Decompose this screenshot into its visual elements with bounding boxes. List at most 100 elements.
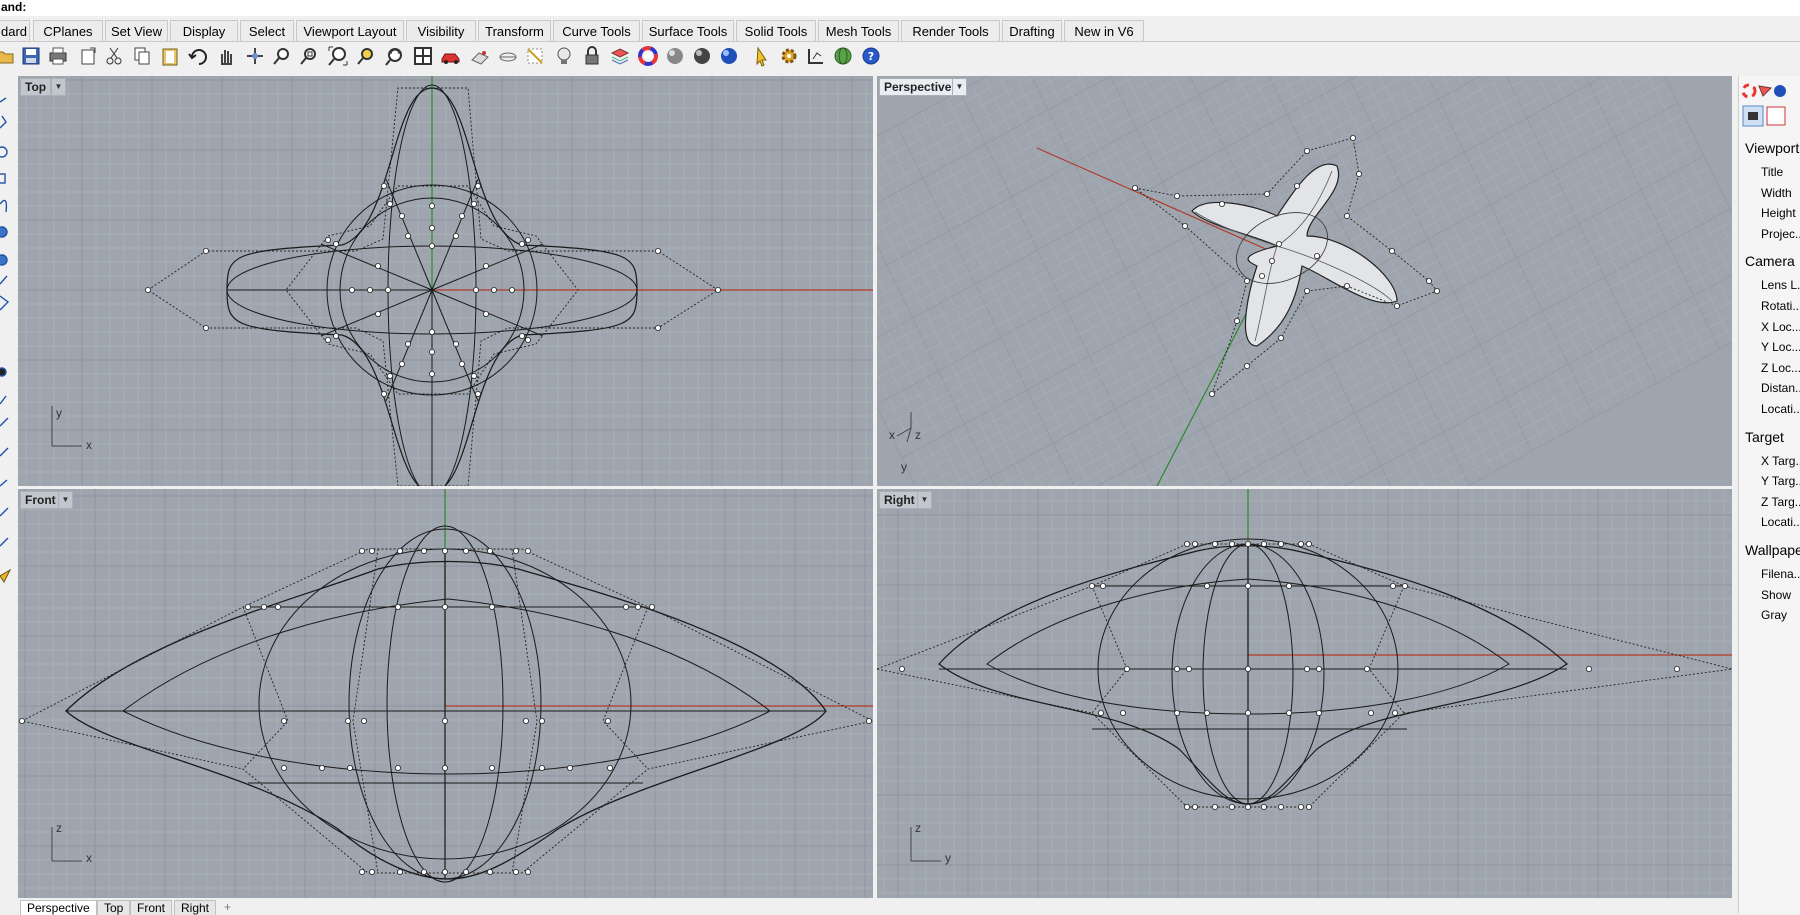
control-point: [482, 310, 489, 317]
tab-solid-tools[interactable]: Solid Tools: [736, 20, 816, 41]
save-icon[interactable]: [20, 45, 42, 67]
tab-mesh-tools[interactable]: Mesh Tools: [818, 20, 899, 41]
properties-section-2[interactable]: Target: [1745, 429, 1784, 445]
viewport-perspective[interactable]: Perspective ▼ x z y: [877, 76, 1732, 486]
tab-standard[interactable]: dard: [0, 20, 30, 41]
zoom-extents-icon[interactable]: [327, 45, 349, 67]
properties-item[interactable]: Distan...: [1761, 381, 1800, 395]
gear-icon[interactable]: [778, 45, 800, 67]
render-sphere-icon[interactable]: [691, 45, 713, 67]
viewport-menu-arrow-icon[interactable]: ▼: [917, 491, 932, 509]
properties-item[interactable]: Z Loc...: [1761, 361, 1800, 375]
viewport-title-front[interactable]: Front: [20, 491, 61, 509]
right-view-canvas[interactable]: [877, 489, 1732, 898]
viewport-top[interactable]: Top ▼ y x: [18, 76, 873, 486]
import-icon[interactable]: [77, 45, 99, 67]
properties-item[interactable]: X Loc...: [1761, 320, 1800, 334]
environment-sphere-icon[interactable]: [718, 45, 740, 67]
properties-item[interactable]: Lens L...: [1761, 278, 1800, 292]
properties-item[interactable]: Gray: [1761, 608, 1787, 622]
control-point: [1183, 803, 1190, 810]
globe-icon[interactable]: [832, 45, 854, 67]
pointer-icon[interactable]: [752, 45, 774, 67]
grid-snap-icon[interactable]: [524, 45, 546, 67]
tab-drafting[interactable]: Drafting: [1002, 20, 1062, 41]
control-point: [470, 201, 477, 208]
properties-item[interactable]: Rotati...: [1761, 299, 1800, 313]
layer-icon[interactable]: [609, 45, 631, 67]
named-view-icon[interactable]: [469, 45, 491, 67]
properties-section-1[interactable]: Camera: [1745, 253, 1795, 269]
car-icon[interactable]: [440, 45, 462, 67]
tab-viewport-layout[interactable]: Viewport Layout: [296, 20, 404, 41]
copy-icon[interactable]: [131, 45, 153, 67]
control-point: [524, 236, 531, 243]
color-wheel-icon[interactable]: [637, 45, 659, 67]
perspective-view-canvas[interactable]: [877, 76, 1732, 486]
properties-item[interactable]: X Targ...: [1761, 454, 1800, 468]
panel-tab-icons[interactable]: [1739, 82, 1800, 142]
properties-item[interactable]: Locati...: [1761, 402, 1800, 416]
lock-icon[interactable]: [581, 45, 603, 67]
four-viewports-icon[interactable]: [412, 45, 434, 67]
add-viewport-tab-icon[interactable]: +: [218, 900, 237, 914]
viewport-menu-arrow-icon[interactable]: ▼: [51, 78, 66, 96]
properties-item[interactable]: Z Targ...: [1761, 495, 1800, 509]
properties-item[interactable]: Y Loc...: [1761, 340, 1800, 354]
zoom-selected-icon[interactable]: [355, 45, 377, 67]
material-sphere-icon[interactable]: [664, 45, 686, 67]
help-icon[interactable]: ?: [860, 45, 882, 67]
cplane-icon[interactable]: [497, 45, 519, 67]
rotate-view-icon[interactable]: [244, 45, 266, 67]
tab-select[interactable]: Select: [240, 20, 294, 41]
properties-item[interactable]: Y Targ...: [1761, 474, 1800, 488]
viewport-title-right[interactable]: Right: [879, 491, 920, 509]
rotate-zoom-icon[interactable]: [384, 45, 406, 67]
tab-render-tools[interactable]: Render Tools: [901, 20, 1000, 41]
light-bulb-icon[interactable]: [553, 45, 575, 67]
tab-cplanes[interactable]: CPlanes: [33, 20, 103, 41]
tool-palette-icons[interactable]: [0, 76, 14, 896]
print-icon[interactable]: [47, 45, 69, 67]
control-point: [441, 764, 448, 771]
properties-item[interactable]: Title: [1761, 165, 1783, 179]
tab-new-in-v6[interactable]: New in V6: [1064, 20, 1144, 41]
zoom-window-icon[interactable]: [298, 45, 320, 67]
zoom-icon[interactable]: [271, 45, 293, 67]
control-point: [366, 286, 373, 293]
properties-item[interactable]: Projec...: [1761, 227, 1800, 241]
cut-icon[interactable]: [103, 45, 125, 67]
control-point: [1343, 282, 1350, 289]
properties-section-0[interactable]: Viewport: [1745, 140, 1799, 156]
tab-visibility[interactable]: Visibility: [406, 20, 476, 41]
undo-icon[interactable]: [187, 45, 209, 67]
tab-transform[interactable]: Transform: [478, 20, 551, 41]
properties-item[interactable]: Height: [1761, 206, 1796, 220]
viewport-title-top[interactable]: Top: [20, 78, 52, 96]
viewport-menu-arrow-icon[interactable]: ▼: [952, 78, 967, 96]
open-icon[interactable]: [0, 45, 16, 67]
properties-item[interactable]: Locati...: [1761, 515, 1800, 529]
viewport-front[interactable]: Front ▼ z x: [18, 489, 873, 898]
viewport-title-perspective[interactable]: Perspective: [879, 78, 957, 96]
paste-icon[interactable]: [159, 45, 181, 67]
tab-curve-tools[interactable]: Curve Tools: [553, 20, 640, 41]
control-point: [1191, 541, 1198, 548]
top-view-canvas[interactable]: [18, 76, 873, 486]
tab-surface-tools[interactable]: Surface Tools: [642, 20, 734, 41]
properties-item[interactable]: Show: [1761, 588, 1791, 602]
properties-item[interactable]: Filena...: [1761, 567, 1800, 581]
options-icon[interactable]: [805, 45, 827, 67]
control-point: [524, 868, 531, 875]
control-point: [607, 764, 614, 771]
properties-section-3[interactable]: Wallpape: [1745, 542, 1800, 558]
command-prompt[interactable]: and:: [0, 0, 1800, 16]
tab-display[interactable]: Display: [170, 20, 238, 41]
viewport-right[interactable]: Right ▼ z y: [877, 489, 1732, 898]
control-point: [470, 372, 477, 379]
pan-hand-icon[interactable]: [215, 45, 237, 67]
tab-set-view[interactable]: Set View: [105, 20, 168, 41]
viewport-menu-arrow-icon[interactable]: ▼: [58, 491, 73, 509]
front-view-canvas[interactable]: [18, 489, 873, 898]
properties-item[interactable]: Width: [1761, 186, 1792, 200]
